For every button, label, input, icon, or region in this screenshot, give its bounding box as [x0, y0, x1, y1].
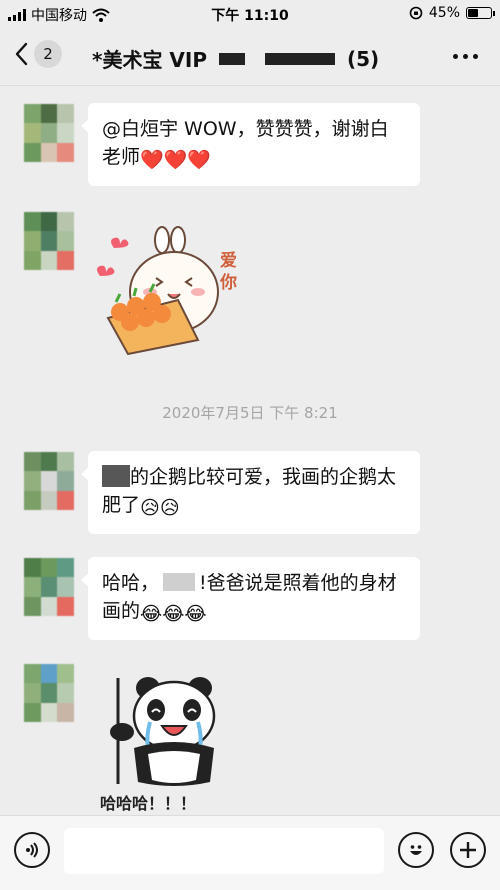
- panda-laugh-sticker[interactable]: 哈哈哈！！！: [100, 672, 240, 813]
- avatar[interactable]: [24, 452, 74, 510]
- message-bubble[interactable]: 哈哈， !爸爸说是照着他的身材画的😂😂😂: [81, 557, 420, 640]
- chevron-left-icon: [15, 42, 28, 66]
- battery-fill: [468, 9, 478, 17]
- chat-title-text: *美术宝 VIP: [92, 48, 207, 72]
- orientation-lock-icon: [409, 6, 423, 20]
- battery-percent: 45%: [428, 5, 460, 21]
- emoji-button[interactable]: [398, 832, 434, 868]
- plus-icon: [460, 842, 476, 858]
- redacted-text: [219, 52, 245, 65]
- input-bar: [0, 815, 500, 890]
- redacted-name: [102, 465, 130, 487]
- message-input[interactable]: [64, 828, 384, 874]
- message-bubble[interactable]: @白烜宇 WOW，赞赞赞，谢谢白老师❤️❤️❤️: [81, 103, 420, 186]
- laugh-cry-icon: 😂😂😂: [140, 603, 207, 625]
- chat-header: 2 *美术宝 VIP (5): [0, 28, 500, 86]
- sticker-caption: 哈哈哈！！！: [100, 794, 197, 813]
- avatar[interactable]: [24, 104, 74, 162]
- heart-icon: ❤️❤️❤️: [140, 149, 211, 171]
- voice-input-button[interactable]: [14, 832, 50, 868]
- status-bar: 中国移动 下午 11:10 45%: [0, 0, 500, 28]
- unread-badge: 2: [34, 40, 62, 68]
- more-actions-button[interactable]: [450, 832, 486, 868]
- avatar[interactable]: [24, 558, 74, 616]
- message-text: 哈哈，: [102, 572, 160, 594]
- battery-icon: [466, 7, 495, 19]
- avatar[interactable]: [24, 212, 74, 270]
- smiley-icon: [410, 845, 422, 855]
- voice-icon: [26, 842, 38, 858]
- status-right: 45%: [409, 5, 495, 21]
- bunny-love-sticker[interactable]: 爱你: [92, 226, 252, 356]
- redacted-text: [265, 52, 335, 65]
- more-options-button[interactable]: [453, 54, 478, 59]
- sticker-caption: 爱你: [220, 251, 237, 293]
- member-count: (5): [347, 46, 380, 71]
- back-button[interactable]: 2: [14, 40, 62, 68]
- timestamp: 2020年7月5日 下午 8:21: [162, 404, 338, 422]
- redacted-name: [163, 573, 196, 591]
- chat-title: *美术宝 VIP (5): [92, 44, 379, 73]
- message-bubble[interactable]: 的企鹅比较可爱，我画的企鹅太肥了😥😥: [81, 451, 420, 534]
- sweat-icon: 😥😥: [140, 497, 180, 519]
- panda-icon: [110, 677, 216, 786]
- avatar[interactable]: [24, 664, 74, 722]
